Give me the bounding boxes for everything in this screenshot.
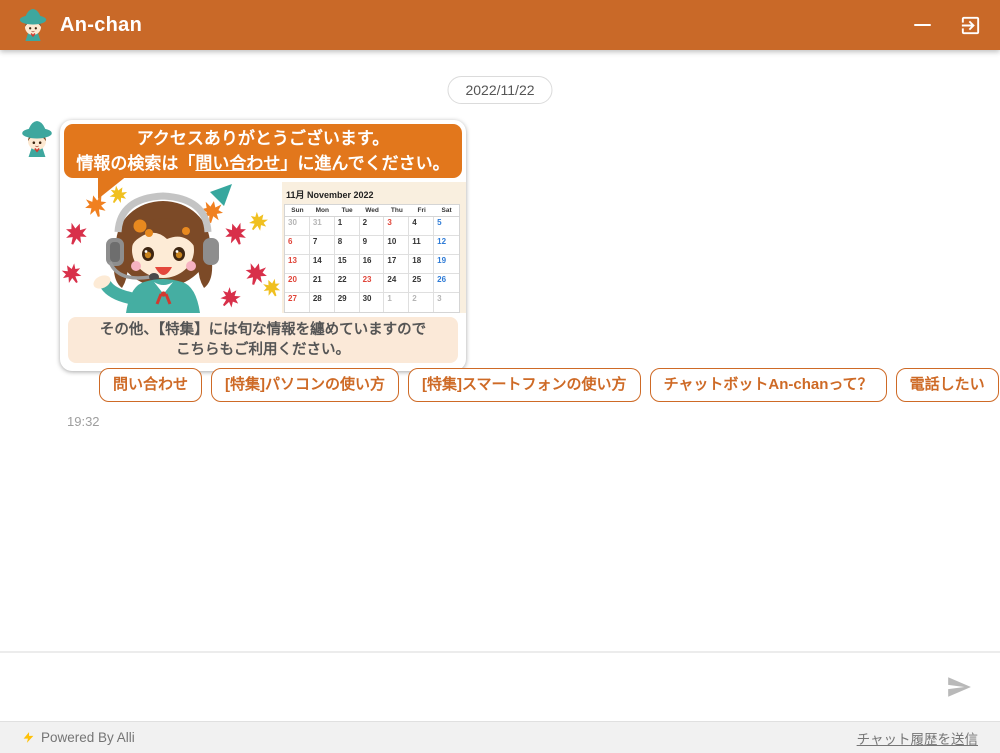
calendar-day: 2 <box>409 293 435 312</box>
calendar-day: 3 <box>437 294 442 303</box>
calendar-weekday: Thu <box>390 207 403 214</box>
quick-reply-row: 問い合わせ [特集]パソコンの使い方 [特集]スマートフォンの使い方 チャットボットA… <box>99 368 999 402</box>
calendar-day: 18 <box>409 255 435 274</box>
calendar: 11月 November 2022 Sun Mon Tue Wed Thu Fri Sat … <box>282 182 466 313</box>
quick-reply-button[interactable]: [特集]スマートフォンの使い方 <box>408 368 641 402</box>
calendar-day: 30 <box>285 217 310 236</box>
chat-header: An-chan <box>0 0 1000 50</box>
quick-reply-button[interactable]: 問い合わせ <box>99 368 203 402</box>
date-chip: 2022/11/22 <box>447 76 553 104</box>
mascot-illustration <box>60 182 282 313</box>
note-line1: その他、【特集】には旬な情報を纏めていますので <box>99 322 427 338</box>
calendar-day: 10 <box>384 236 410 255</box>
calendar-day: 13 <box>285 255 310 274</box>
quick-reply-button[interactable]: チャットボットAn-chanって？ <box>649 368 887 402</box>
calendar-day: 19 <box>434 255 459 274</box>
calendar-weekday: Mon <box>315 207 329 214</box>
message-banner: アクセスありがとうございます。 情報の検索は「問い合わせ」に進んでください。 <box>64 124 462 178</box>
calendar-day: 9 <box>359 236 385 255</box>
powered-by: Powered By Alli <box>22 730 135 745</box>
banner-line1: アクセスありがとうございます。 <box>136 129 390 148</box>
calendar-weekday: Wed <box>365 207 379 214</box>
calendar-day: 29 <box>335 293 360 312</box>
calendar-day: 28 <box>310 293 335 312</box>
calendar-day: 8 <box>334 236 360 255</box>
calendar-grid: 30 31 1 2 3 4 5 6 7 8 9 10 11 12 13 14 15 16 17 18 19 20 21 22 2… <box>285 217 459 312</box>
app-title: An-chan <box>60 13 143 36</box>
calendar-day: 22 <box>334 274 360 293</box>
lightning-icon <box>23 732 34 743</box>
calendar-day: 23 <box>359 274 385 293</box>
calendar-table: Sun Mon Tue Wed Thu Fri Sat 30 31 1 2 3 4 5 6 7 8 9 10 11 1… <box>284 204 460 313</box>
calendar-day: 25 <box>409 274 435 293</box>
calendar-day: 16 <box>359 255 385 274</box>
message-card: アクセスありがとうございます。 情報の検索は「問い合わせ」に進んでください。 1… <box>60 120 466 371</box>
calendar-day: 15 <box>334 255 360 274</box>
speech-bubble-tail <box>98 175 128 199</box>
message-timestamp: 19:32 <box>67 414 100 429</box>
calendar-day: 17 <box>384 255 410 274</box>
calendar-day: 1 <box>384 293 410 312</box>
card-body: 11月 November 2022 Sun Mon Tue Wed Thu Fri Sat … <box>60 182 466 313</box>
minimize-button[interactable] <box>912 22 933 29</box>
quick-reply-button[interactable]: [特集]パソコンの使い方 <box>211 368 400 402</box>
calendar-day: 5 <box>434 217 459 236</box>
calendar-day: 6 <box>285 236 310 255</box>
calendar-day: 1 <box>334 217 360 236</box>
quick-reply-button[interactable]: 電話したい <box>895 368 999 402</box>
minimize-icon <box>914 23 931 27</box>
calendar-weekday-row: Sun Mon Tue Wed Thu Fri Sat <box>285 205 459 217</box>
chat-window: An-chan 2022/11/22 アクセスありがとうございます。 情報の検索… <box>0 0 1000 753</box>
calendar-day: 27 <box>285 293 310 312</box>
calendar-day: 4 <box>409 217 435 236</box>
send-chat-history-link[interactable]: チャット履歴を送信 <box>857 728 978 748</box>
bot-avatar-icon <box>21 120 53 158</box>
calendar-day: 26 <box>434 274 459 293</box>
calendar-day: 21 <box>309 274 335 293</box>
calendar-weekday: Tue <box>341 207 353 214</box>
message-input[interactable] <box>16 658 942 716</box>
calendar-day: 20 <box>285 274 310 293</box>
card-note: その他、【特集】には旬な情報を纏めていますので こちらもご利用ください。 <box>68 317 458 363</box>
calendar-weekday: Fri <box>417 207 426 214</box>
mascot-avatar-icon <box>19 8 47 42</box>
calendar-day: 7 <box>309 236 335 255</box>
exit-icon <box>961 16 980 34</box>
calendar-title: 11月 November 2022 <box>286 190 374 200</box>
calendar-day: 12 <box>434 236 459 255</box>
calendar-day: 3 <box>384 217 410 236</box>
calendar-day: 31 <box>309 217 335 236</box>
composer <box>0 651 1000 721</box>
exit-button[interactable] <box>957 12 984 39</box>
inquiry-inline-link: 問い合わせ <box>195 154 281 173</box>
calendar-weekday: Sat <box>441 207 452 214</box>
send-button[interactable] <box>942 670 976 704</box>
banner-line2: 情報の検索は「問い合わせ」に進んでください。 <box>76 154 450 173</box>
calendar-day: 11 <box>409 236 435 255</box>
powered-by-label: Powered By Alli <box>41 730 135 745</box>
calendar-day: 30 <box>360 293 385 312</box>
footer-bar: Powered By Alli チャット履歴を送信 <box>0 721 1000 753</box>
send-icon <box>948 677 971 697</box>
calendar-day: 14 <box>309 255 335 274</box>
note-line2: こちらもご利用ください。 <box>176 342 350 358</box>
calendar-weekday: Sun <box>291 207 304 214</box>
calendar-day: 2 <box>359 217 385 236</box>
calendar-day: 24 <box>384 274 410 293</box>
bot-message: アクセスありがとうございます。 情報の検索は「問い合わせ」に進んでください。 1… <box>18 120 466 371</box>
